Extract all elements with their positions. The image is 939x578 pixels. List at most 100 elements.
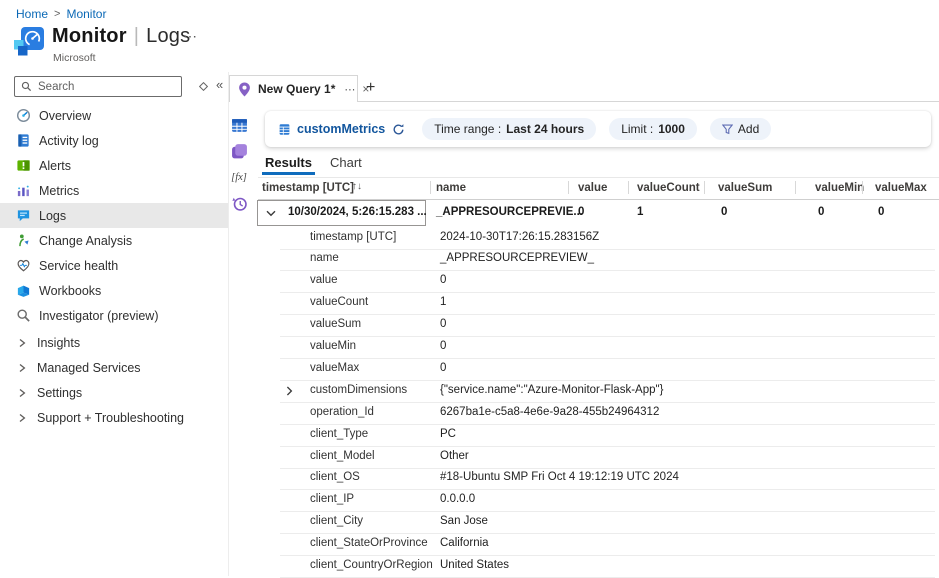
column-header-valuecount[interactable]: valueCount [637, 182, 700, 194]
sidebar-group-managed-services[interactable]: Managed Services [0, 355, 228, 380]
detail-row[interactable]: valueMin 0 [280, 336, 935, 359]
workbooks-icon [15, 283, 31, 299]
sort-icon[interactable]: ↑↓ [352, 181, 362, 192]
tables-pane-icon[interactable] [230, 116, 248, 134]
column-separator [795, 181, 796, 194]
limit-value: 1000 [658, 122, 685, 136]
row-valuemax[interactable]: 0 [878, 206, 884, 218]
detail-row[interactable]: client_OS #18-Ubuntu SMP Fri Oct 4 19:12… [280, 467, 935, 490]
row-valuemin[interactable]: 0 [818, 206, 824, 218]
detail-row[interactable]: value 0 [280, 270, 935, 293]
sidebar-group-settings[interactable]: Settings [0, 380, 228, 405]
detail-row[interactable]: client_StateOrProvince California [280, 533, 935, 556]
detail-row[interactable]: client_IP 0.0.0.0 [280, 489, 935, 512]
breadcrumb-current-link[interactable]: Monitor [66, 7, 106, 21]
breadcrumb-home-link[interactable]: Home [16, 7, 48, 21]
column-header-value[interactable]: value [578, 182, 607, 194]
sidebar-item-metrics[interactable]: Metrics [0, 178, 228, 203]
detail-row[interactable]: customDimensions {"service.name":"Azure-… [280, 380, 935, 403]
detail-value: 2024-10-30T17:26:15.283156Z [440, 231, 599, 243]
sidebar-item-alerts[interactable]: Alerts [0, 153, 228, 178]
detail-value: PC [440, 428, 456, 440]
query-builder-card: customMetrics Time range : Last 24 hours… [265, 111, 931, 147]
new-tab-button[interactable]: + [366, 79, 375, 97]
detail-row[interactable]: operation_Id 6267ba1e-c5a8-4e6e-9a28-455… [280, 402, 935, 425]
sidebar-item-workbooks[interactable]: Workbooks [0, 278, 228, 303]
detail-value: California [440, 537, 489, 549]
time-range-pill[interactable]: Time range : Last 24 hours [422, 118, 596, 140]
logs-icon [15, 208, 31, 224]
page-more-button[interactable]: ⋯ [183, 28, 198, 45]
detail-row[interactable]: client_City San Jose [280, 511, 935, 534]
column-separator [628, 181, 629, 194]
detail-value: 1 [440, 296, 446, 308]
sidebar-group-insights[interactable]: Insights [0, 330, 228, 355]
chevron-right-icon [17, 338, 27, 348]
breadcrumb: Home > Monitor [16, 7, 106, 21]
detail-row[interactable]: name _APPRESOURCEPREVIEW_ [280, 248, 935, 271]
alerts-icon [15, 158, 31, 174]
sidebar-item-change-analysis[interactable]: Change Analysis [0, 228, 228, 253]
row-timestamp[interactable]: 10/30/2024, 5:26:15.283 ... [288, 206, 427, 218]
time-range-label: Time range : [434, 122, 501, 136]
column-header-valuesum[interactable]: valueSum [718, 182, 772, 194]
chevron-right-icon[interactable] [286, 386, 293, 396]
search-input[interactable]: Search [14, 76, 182, 97]
sidebar-item-label: Overview [39, 109, 91, 123]
sidebar-group-label: Support + Troubleshooting [37, 411, 184, 425]
tab-new-query-1[interactable]: New Query 1* ⋯ × [229, 75, 358, 102]
sidebar-divider [228, 72, 229, 576]
activity-log-icon [15, 133, 31, 149]
sidebar-group-support[interactable]: Support + Troubleshooting [0, 405, 228, 430]
sidebar-item-label: Service health [39, 259, 118, 273]
limit-pill[interactable]: Limit : 1000 [609, 118, 697, 140]
column-header-name[interactable]: name [436, 182, 466, 194]
sidebar-collapse-button[interactable]: « [216, 77, 223, 92]
row-value[interactable]: 0 [578, 206, 584, 218]
tab-more-button[interactable]: ⋯ [344, 83, 355, 96]
sidebar-group-label: Insights [37, 336, 80, 350]
add-filter-pill[interactable]: Add [710, 118, 771, 140]
tab-results[interactable]: Results [265, 155, 312, 170]
column-header-valuemax[interactable]: valueMax [875, 182, 927, 194]
detail-value: 6267ba1e-c5a8-4e6e-9a28-455b24964312 [440, 406, 659, 418]
detail-value: Other [440, 450, 469, 462]
results-tab-underline [262, 172, 315, 175]
example-queries-icon[interactable] [230, 142, 248, 160]
detail-key: timestamp [UTC] [310, 231, 396, 243]
column-header-valuemin[interactable]: valueMin [815, 182, 864, 194]
detail-key: customDimensions [310, 384, 407, 396]
detail-row[interactable]: valueMax 0 [280, 358, 935, 381]
functions-pane-icon[interactable]: [fx] [230, 168, 248, 186]
sidebar-item-overview[interactable]: Overview [0, 103, 228, 128]
row-valuesum[interactable]: 0 [721, 206, 727, 218]
tab-chart[interactable]: Chart [330, 155, 362, 170]
refresh-icon[interactable] [392, 123, 405, 136]
chevron-down-icon[interactable] [266, 210, 276, 217]
column-header-timestamp[interactable]: timestamp [UTC] [262, 182, 354, 194]
sidebar-item-activity-log[interactable]: Activity log [0, 128, 228, 153]
sidebar-item-investigator[interactable]: Investigator (preview) [0, 303, 228, 328]
detail-row[interactable]: timestamp [UTC] 2024-10-30T17:26:15.2831… [280, 227, 935, 250]
row-valuecount[interactable]: 1 [637, 206, 643, 218]
detail-key: valueCount [310, 296, 368, 308]
row-name[interactable]: _APPRESOURCEPREVIE... [436, 206, 583, 218]
detail-row[interactable]: valueSum 0 [280, 314, 935, 337]
menu-view-toggle-icon[interactable] [199, 80, 208, 94]
detail-value: 0 [440, 362, 446, 374]
table-chip[interactable]: customMetrics [278, 122, 385, 136]
detail-row[interactable]: valueCount 1 [280, 292, 935, 315]
sidebar-item-service-health[interactable]: Service health [0, 253, 228, 278]
detail-key: operation_Id [310, 406, 374, 418]
detail-key: client_Model [310, 450, 375, 462]
query-history-icon[interactable] [230, 194, 248, 212]
detail-row[interactable]: client_CountryOrRegion United States [280, 555, 935, 578]
detail-key: client_CountryOrRegion [310, 559, 433, 571]
detail-value: 0.0.0.0 [440, 493, 475, 505]
add-filter-label: Add [738, 122, 759, 136]
detail-value: San Jose [440, 515, 488, 527]
detail-row[interactable]: client_Type PC [280, 424, 935, 447]
detail-row[interactable]: client_Model Other [280, 446, 935, 469]
sidebar-item-logs[interactable]: Logs [0, 203, 228, 228]
detail-key: valueSum [310, 318, 361, 330]
